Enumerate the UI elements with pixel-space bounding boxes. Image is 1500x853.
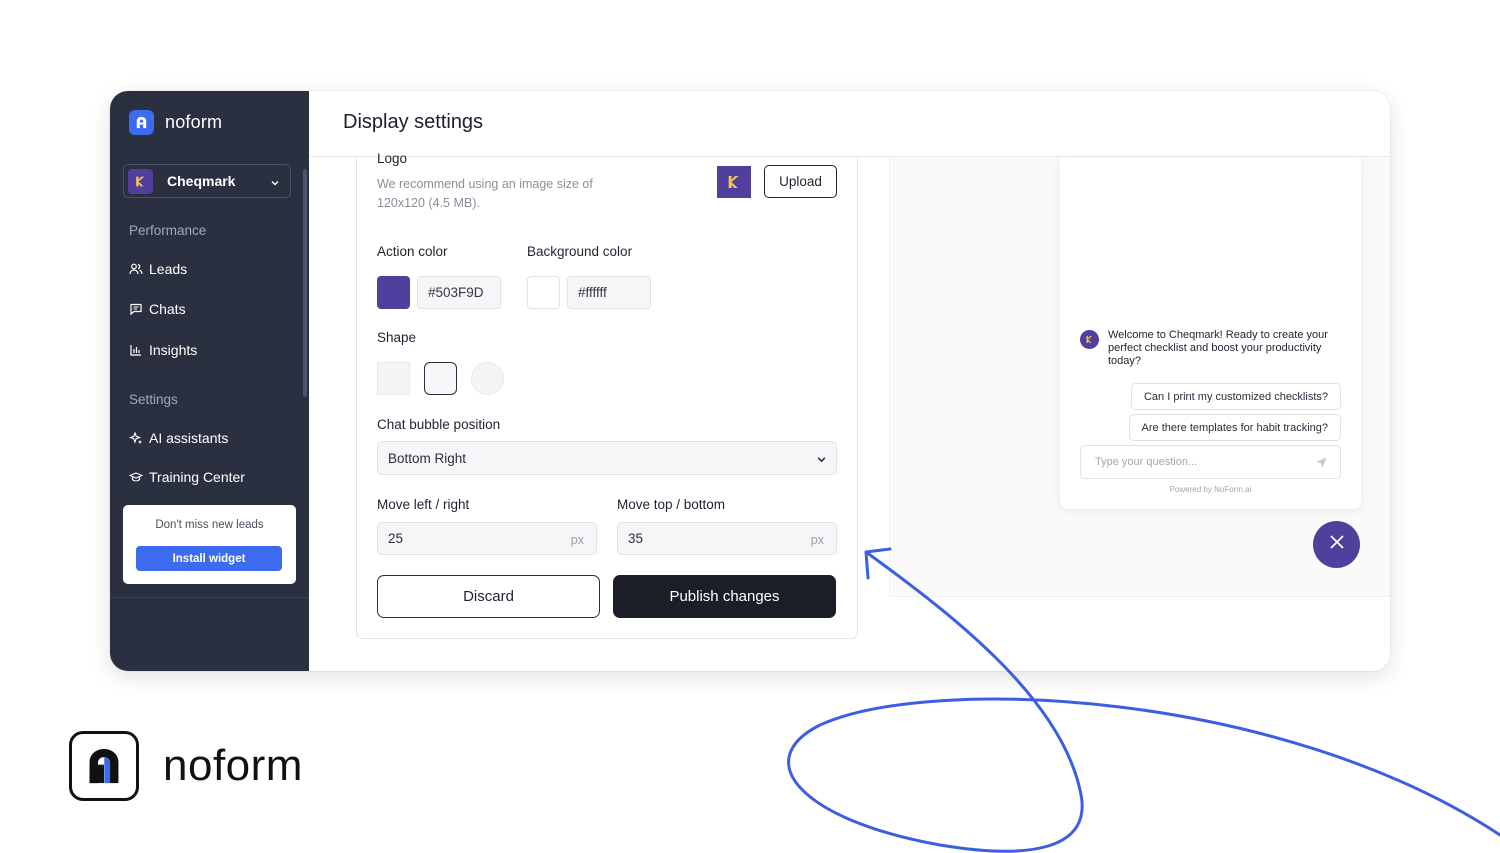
action-color-label: Action color bbox=[377, 244, 448, 259]
sidebar-divider bbox=[110, 597, 309, 598]
sidebar-item-label: Insights bbox=[149, 342, 198, 358]
chat-bubble-position-label: Chat bubble position bbox=[377, 417, 501, 432]
sidebar-item-label: AI assistants bbox=[149, 430, 229, 446]
workspace-avatar bbox=[128, 168, 153, 194]
send-icon[interactable] bbox=[1315, 456, 1328, 472]
upload-button[interactable]: Upload bbox=[764, 165, 837, 198]
move-top-bottom-value: 35 bbox=[628, 531, 644, 546]
workspace-select[interactable]: Cheqmark bbox=[123, 164, 291, 198]
action-color-swatch[interactable] bbox=[377, 276, 410, 309]
move-left-right-value: 25 bbox=[388, 531, 404, 546]
widget-preview: Welcome to Cheqmark! Ready to create you… bbox=[889, 157, 1390, 597]
move-top-bottom-label: Move top / bottom bbox=[617, 497, 726, 512]
brand-footer-logo: noform bbox=[69, 731, 303, 801]
chat-window-preview: Welcome to Cheqmark! Ready to create you… bbox=[1060, 157, 1361, 509]
select-value: Bottom Right bbox=[388, 450, 467, 466]
sidebar-item-insights[interactable]: Insights bbox=[129, 342, 197, 358]
bar-chart-icon bbox=[129, 343, 143, 357]
chevron-down-icon bbox=[270, 175, 280, 193]
logo-hint: We recommend using an image size of 120x… bbox=[377, 177, 593, 210]
bot-welcome-message: Welcome to Cheqmark! Ready to create you… bbox=[1108, 329, 1328, 367]
shape-square-option[interactable] bbox=[377, 362, 410, 395]
section-settings: Settings bbox=[129, 392, 178, 407]
suggestion-chip[interactable]: Are there templates for habit tracking? bbox=[1128, 414, 1341, 441]
page-header: Display settings bbox=[309, 91, 1390, 157]
discard-button[interactable]: Discard bbox=[377, 575, 600, 618]
brand-footer-name: noform bbox=[163, 741, 303, 790]
section-performance: Performance bbox=[129, 223, 207, 238]
sidebar-item-leads[interactable]: Leads bbox=[129, 261, 187, 277]
sidebar: noform Cheqmark Performance Leads Chats bbox=[110, 91, 309, 671]
page-title: Display settings bbox=[343, 111, 484, 133]
powered-by: Powered by NoForm.ai bbox=[1169, 485, 1252, 494]
sidebar-item-training-center[interactable]: Training Center bbox=[129, 469, 245, 485]
app-window: noform Cheqmark Performance Leads Chats bbox=[110, 91, 1390, 671]
chat-input-placeholder: Type your question... bbox=[1095, 456, 1198, 468]
chat-bubble-position-select[interactable]: Bottom Right bbox=[377, 441, 837, 475]
shape-label: Shape bbox=[377, 330, 417, 345]
shape-rounded-option[interactable] bbox=[424, 362, 457, 395]
sidebar-item-label: Leads bbox=[149, 261, 188, 277]
noform-logo-icon bbox=[69, 731, 139, 801]
move-left-right-label: Move left / right bbox=[377, 497, 470, 512]
move-top-bottom-input[interactable]: 35 px bbox=[617, 522, 837, 555]
chat-question-input[interactable]: Type your question... bbox=[1080, 445, 1341, 479]
workspace-name: Cheqmark bbox=[167, 173, 236, 189]
logo-thumbnail bbox=[717, 166, 751, 198]
suggestion-chip[interactable]: Can I print my customized checklists? bbox=[1130, 383, 1341, 410]
logo-label: Logo bbox=[377, 151, 408, 166]
main-content: Display settings Logo We recommend using… bbox=[309, 91, 1390, 671]
bot-avatar bbox=[1080, 330, 1099, 349]
close-icon bbox=[1328, 533, 1346, 556]
brand-name: noform bbox=[165, 112, 223, 132]
px-unit: px bbox=[810, 533, 824, 547]
install-widget-promo: Don't miss new leads Install widget bbox=[123, 505, 296, 584]
display-settings-form: Logo We recommend using an image size of… bbox=[356, 151, 858, 639]
sparkles-icon bbox=[129, 431, 143, 445]
move-left-right-input[interactable]: 25 px bbox=[377, 522, 597, 555]
px-unit: px bbox=[570, 533, 584, 547]
shape-circle-option[interactable] bbox=[471, 362, 504, 395]
close-chat-bubble[interactable] bbox=[1313, 521, 1360, 568]
graduation-cap-icon bbox=[129, 470, 143, 484]
sidebar-item-ai-assistants[interactable]: AI assistants bbox=[129, 430, 228, 446]
install-widget-button[interactable]: Install widget bbox=[136, 546, 282, 571]
brand[interactable]: noform bbox=[129, 110, 222, 135]
action-color-input[interactable]: #503F9D bbox=[417, 276, 501, 309]
sidebar-item-chats[interactable]: Chats bbox=[129, 301, 186, 317]
noform-logo-icon bbox=[129, 110, 154, 135]
background-color-label: Background color bbox=[527, 244, 633, 259]
background-color-input[interactable]: #ffffff bbox=[567, 276, 651, 309]
promo-text: Don't miss new leads bbox=[155, 519, 264, 531]
users-icon bbox=[129, 262, 143, 276]
sidebar-item-label: Chats bbox=[149, 301, 186, 317]
chevron-down-icon bbox=[816, 453, 827, 468]
sidebar-item-label: Training Center bbox=[149, 469, 245, 485]
publish-changes-button[interactable]: Publish changes bbox=[613, 575, 836, 618]
message-square-icon bbox=[129, 302, 143, 316]
sidebar-scrollbar[interactable] bbox=[303, 169, 307, 397]
background-color-swatch[interactable] bbox=[527, 276, 560, 309]
